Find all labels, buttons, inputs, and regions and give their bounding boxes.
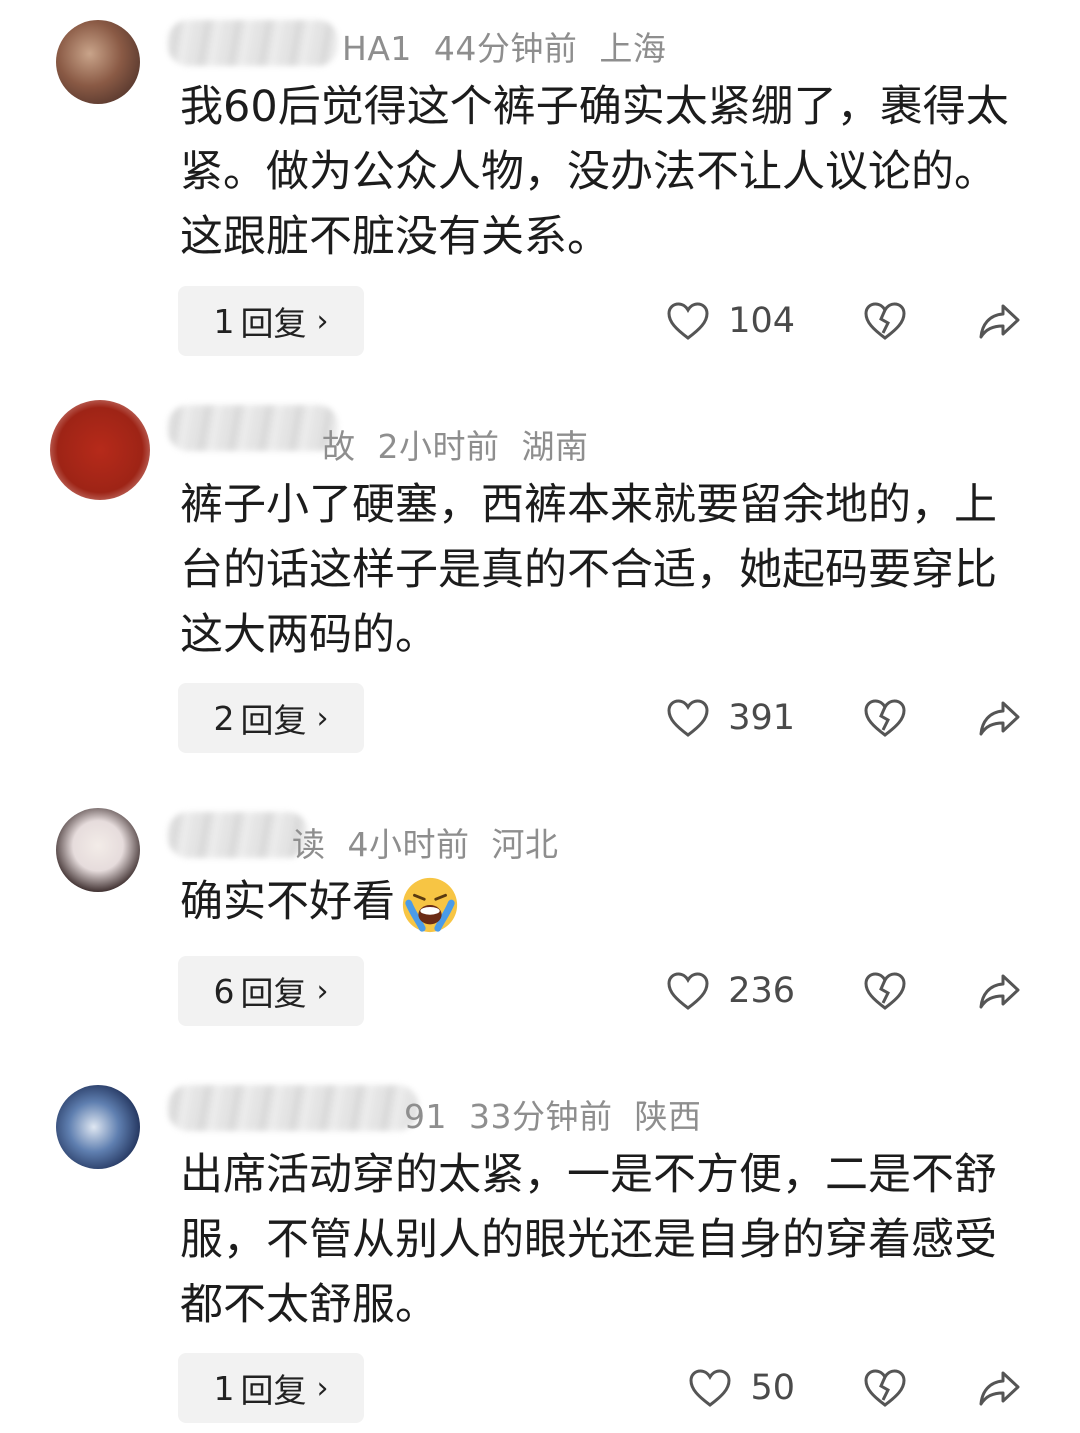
like-count: 50 [750, 1368, 795, 1408]
heart-outline-icon [689, 1369, 731, 1407]
share-button[interactable] [974, 1353, 1024, 1423]
share-arrow-icon [979, 1371, 1020, 1406]
username-blurred[interactable] [168, 1085, 418, 1131]
broken-heart-icon [864, 1369, 906, 1407]
comment-actions: 50 [0, 1353, 1080, 1423]
comment-text: 出席活动穿的太紧，一是不方便，二是不舒服，不管从别人的眼光还是自身的穿着感受都不… [180, 1150, 997, 1330]
like-button[interactable]: 50 [688, 1353, 795, 1423]
comment-meta: 91 33分钟前 陕西 [404, 1090, 724, 1138]
comment-time: 33分钟前 [469, 1097, 613, 1136]
username-suffix[interactable]: 91 [404, 1097, 447, 1136]
avatar[interactable] [56, 1085, 140, 1169]
comment-item: 91 33分钟前 陕西 出席活动穿的太紧，一是不方便，二是不舒服，不管从别人的眼光还… [0, 0, 1080, 1433]
comment-location: 陕西 [634, 1097, 702, 1136]
dislike-button[interactable] [860, 1353, 910, 1423]
